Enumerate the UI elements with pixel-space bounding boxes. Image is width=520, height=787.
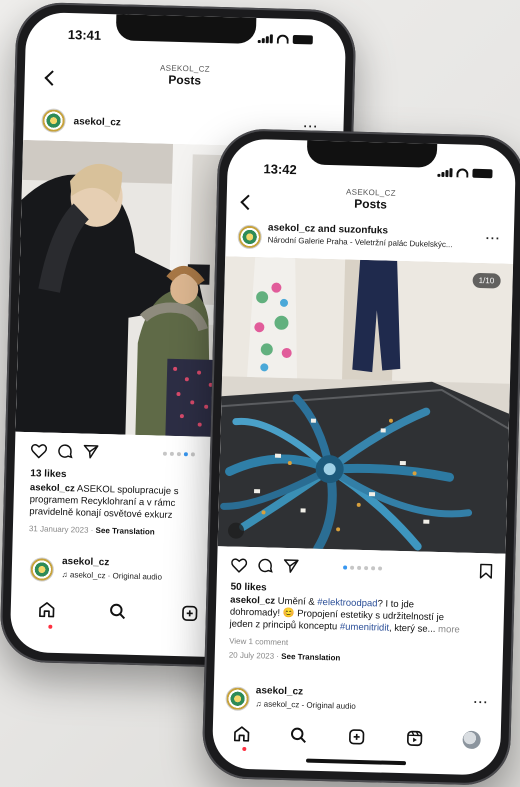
share-icon[interactable] — [83, 444, 99, 460]
more-icon[interactable]: ··· — [473, 695, 488, 709]
page-header: ASEKOL_CZ Posts — [226, 184, 515, 215]
avatar[interactable] — [29, 557, 55, 582]
comment-icon[interactable] — [257, 557, 273, 573]
caption-username[interactable]: asekol_cz — [230, 595, 275, 607]
bottom-nav — [212, 718, 501, 756]
heart-icon[interactable] — [30, 443, 48, 459]
status-time: 13:41 — [67, 27, 102, 43]
hashtag-link[interactable]: #umenitridit — [340, 621, 389, 633]
post-actions — [231, 557, 299, 575]
caption-username[interactable]: asekol_cz — [30, 482, 75, 494]
post-actions — [30, 442, 99, 460]
share-icon[interactable] — [283, 558, 299, 574]
search-icon[interactable] — [109, 602, 127, 620]
next-post-username[interactable]: asekol_cz — [62, 556, 110, 568]
carousel-counter: 1/10 — [472, 272, 501, 289]
caption-text: ? I to jde — [377, 598, 415, 611]
caption-text: Umění & — [277, 595, 318, 608]
likes-count[interactable]: 50 likes — [230, 582, 266, 594]
next-post-username[interactable]: asekol_cz — [256, 685, 304, 697]
battery-icon — [292, 34, 313, 45]
status-time: 13:42 — [263, 161, 297, 178]
see-translation-link[interactable]: See Translation — [281, 652, 340, 663]
post-location[interactable]: Národní Galerie Praha - Veletržní palác … — [268, 235, 488, 250]
carousel-dots — [162, 451, 195, 457]
add-icon[interactable] — [181, 604, 199, 622]
comment-icon[interactable] — [57, 443, 73, 459]
photo-scene — [217, 256, 514, 554]
front-phone-screen: 13:42 ASEKOL_CZ Posts asekol_cz and suzo… — [211, 138, 517, 776]
view-comments-link[interactable]: View 1 comment — [229, 637, 288, 648]
post-date: 20 July 2023 — [228, 650, 275, 661]
post-photo[interactable] — [217, 256, 514, 554]
avatar[interactable] — [237, 224, 263, 250]
carousel-dots — [343, 565, 383, 571]
more-icon[interactable]: ··· — [486, 231, 501, 245]
post-username[interactable]: asekol_cz — [73, 116, 121, 128]
next-post-audio[interactable]: ♫ asekol_cz - Original audio — [255, 699, 435, 713]
home-indicator[interactable] — [305, 758, 407, 766]
post-meta: 31 January 2023 · See Translation — [28, 524, 155, 537]
avatar[interactable] — [225, 686, 250, 712]
profile-icon[interactable] — [462, 730, 482, 750]
status-icons — [257, 34, 313, 45]
see-translation-link[interactable]: See Translation — [95, 526, 154, 537]
avatar[interactable] — [41, 108, 66, 133]
hashtag-link[interactable]: #elektroodpad — [317, 597, 377, 610]
more-link[interactable]: more — [435, 624, 460, 636]
post-caption: asekol_cz Umění & #elektroodpad? I to jd… — [229, 595, 498, 640]
caption-text: dohromady! — [229, 606, 283, 619]
bookmark-icon[interactable] — [479, 563, 493, 579]
add-icon[interactable] — [347, 728, 365, 746]
notification-dot — [48, 624, 53, 629]
emoji: 😊 — [282, 607, 295, 620]
search-icon[interactable] — [290, 726, 308, 744]
reels-icon[interactable] — [405, 729, 423, 747]
caption-text: jeden z principů konceptu — [229, 618, 341, 633]
bottom-nav — [10, 594, 226, 630]
caption-text: , který se... — [388, 622, 436, 635]
home-icon[interactable] — [37, 600, 55, 618]
wifi-icon — [276, 34, 289, 44]
status-icons — [437, 168, 493, 179]
post-meta: 20 July 2023 · See Translation — [228, 650, 341, 663]
post-username[interactable]: asekol_cz and suzonfuks — [268, 222, 388, 236]
notification-dot — [242, 746, 247, 752]
heart-icon[interactable] — [231, 557, 248, 573]
wifi-icon — [456, 168, 469, 178]
signal-icon — [257, 34, 273, 44]
battery-icon — [472, 168, 493, 179]
signal-icon — [437, 168, 453, 178]
notch — [115, 14, 257, 44]
home-icon[interactable] — [232, 725, 250, 743]
likes-count[interactable]: 13 likes — [30, 468, 66, 480]
page-header: ASEKOL_CZ Posts — [25, 60, 345, 91]
front-phone: 13:42 ASEKOL_CZ Posts asekol_cz and suzo… — [201, 128, 520, 786]
notch — [306, 140, 438, 168]
post-date: 31 January 2023 — [28, 524, 89, 535]
